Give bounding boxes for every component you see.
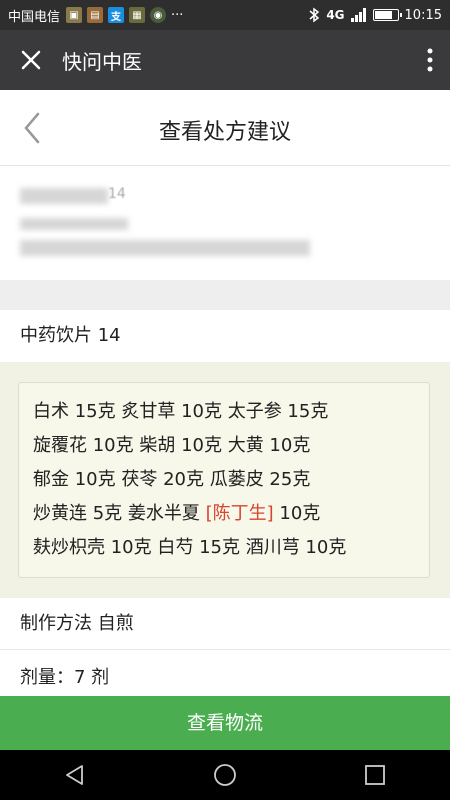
- prescription-text: 旋覆花 10克 柴胡 10克 大黄 10克: [33, 435, 311, 456]
- prescription-text: 炒黄连 5克 姜水半夏: [33, 503, 206, 524]
- prescription-line: 郁金 10克 茯苓 20克 瓜蒌皮 25克: [33, 463, 429, 497]
- page-header: 查看处方建议: [0, 90, 450, 166]
- app-bar: 快问中医: [0, 30, 450, 90]
- alipay-icon: 支: [108, 7, 125, 23]
- page-title: 查看处方建议: [158, 120, 291, 145]
- prescription-panel: 白术 15克 炙甘草 10克 太子参 15克 旋覆花 10克 柴胡 10克 大黄 …: [0, 362, 450, 598]
- battery-icon: [372, 9, 402, 21]
- navigation-bar: [0, 750, 450, 800]
- prescription-line: 麸炒枳壳 10克 白芍 15克 酒川芎 10克: [33, 531, 429, 565]
- prescription-line: 炒黄连 5克 姜水半夏 [陈丁生] 10克: [33, 497, 429, 531]
- more-vertical-icon: [427, 48, 433, 72]
- nav-home-button[interactable]: [195, 750, 255, 800]
- blurred-patient-diagnosis: [20, 240, 310, 256]
- prescription-text: 郁金 10克 茯苓 20克 瓜蒌皮 25克: [33, 469, 311, 490]
- more-notifications-icon: ···: [171, 7, 184, 23]
- nav-back-button[interactable]: [45, 750, 105, 800]
- game-icon: ◉: [150, 7, 167, 23]
- close-icon: [21, 50, 41, 70]
- prescription-line: 白术 15克 炙甘草 10克 太子参 15克: [33, 395, 429, 429]
- prescription-text: 10克: [273, 503, 321, 524]
- prescription-header: 中药饮片 14: [0, 310, 450, 362]
- view-logistics-button[interactable]: 查看物流: [0, 696, 450, 750]
- patient-info: 14: [0, 166, 450, 280]
- prescription-text: 麸炒枳壳 10克 白芍 15克 酒川芎 10克: [33, 537, 347, 558]
- bluetooth-icon: [309, 7, 320, 23]
- more-menu-button[interactable]: [410, 30, 450, 90]
- prescription-text: 白术 15克 炙甘草 10克 太子参 15克: [33, 401, 329, 422]
- blurred-patient-name: [20, 188, 108, 204]
- circle-home-icon: [214, 764, 236, 786]
- carrier-name: 中国电信: [8, 9, 61, 25]
- preparation-method: 制作方法 自煎: [0, 598, 450, 650]
- app-title: 快问中医: [62, 49, 142, 74]
- nav-recents-button[interactable]: [345, 750, 405, 800]
- prescription-note: [陈丁生]: [205, 503, 274, 524]
- prescription-line: 旋覆花 10克 柴胡 10克 大黄 10克: [33, 429, 429, 463]
- blurred-patient-detail: [20, 218, 128, 230]
- network-type: 4G: [326, 8, 345, 22]
- triangle-back-icon: [66, 765, 83, 785]
- status-right: 4G 10:15: [308, 7, 442, 23]
- clock: 10:15: [404, 7, 442, 23]
- prescription-box: 白术 15克 炙甘草 10克 太子参 15克 旋覆花 10克 柴胡 10克 大黄 …: [18, 382, 430, 578]
- status-bar: 中国电信 ▣ ▤ 支 ▦ ◉ ··· 4G 10:15: [0, 0, 450, 30]
- photo-icon: ▦: [129, 7, 146, 23]
- signal-icon: [350, 8, 366, 22]
- section-divider: [0, 280, 450, 310]
- close-button[interactable]: [0, 30, 62, 90]
- lock-icon: ▤: [87, 7, 104, 23]
- gallery-icon: ▣: [66, 7, 83, 23]
- patient-age: 14: [108, 186, 126, 202]
- square-recents-icon: [365, 765, 385, 785]
